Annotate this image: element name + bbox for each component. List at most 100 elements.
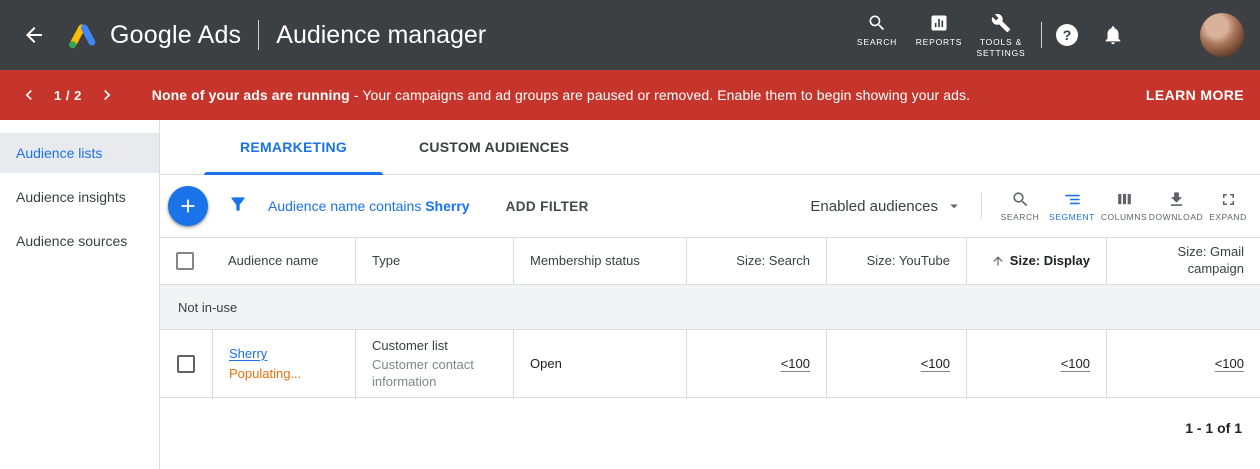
size-display-cell: <100 [966, 330, 1106, 399]
header-checkbox-cell [160, 238, 212, 284]
back-button[interactable] [14, 15, 54, 55]
column-header-membership-status[interactable]: Membership status [513, 238, 686, 284]
chevron-right-icon [97, 85, 117, 105]
size-youtube-cell: <100 [826, 330, 966, 399]
chevron-down-icon [945, 197, 963, 215]
wrench-icon [991, 13, 1011, 33]
column-header-size-search[interactable]: Size: Search [686, 238, 826, 284]
app-name: Google Ads [110, 21, 241, 50]
size-search-value[interactable]: <100 [781, 356, 810, 373]
column-header-audience-name[interactable]: Audience name [212, 238, 355, 284]
add-audience-button[interactable] [168, 186, 208, 226]
segment-button[interactable]: SEGMENT [1046, 190, 1098, 222]
row-checkbox[interactable] [177, 355, 195, 373]
row-checkbox-cell [160, 330, 212, 399]
header-nav: SEARCH REPORTS TOOLS & SETTINGS [847, 11, 1031, 60]
expand-label: EXPAND [1209, 212, 1247, 222]
columns-button[interactable]: COLUMNS [1098, 190, 1150, 222]
table-toolbar: Audience name contains Sherry ADD FILTER… [160, 175, 1260, 237]
notifications-bell-icon[interactable] [1102, 24, 1124, 46]
expand-button[interactable]: EXPAND [1202, 190, 1254, 222]
banner-message-detail: - Your campaigns and ad groups are pause… [350, 87, 970, 103]
sidebar-item-audience-sources[interactable]: Audience sources [0, 221, 159, 261]
populating-status: Populating... [229, 366, 339, 383]
type-detail-label: Customer contact information [372, 357, 497, 391]
membership-status-cell: Open [513, 330, 686, 399]
table-action-icons: SEARCH SEGMENT COLUMNS [994, 190, 1254, 222]
pagination-label: 1 - 1 of 1 [160, 398, 1260, 436]
size-gmail-cell: <100 [1106, 330, 1260, 399]
back-arrow-icon [22, 23, 46, 47]
page-title: Audience manager [276, 21, 486, 50]
filter-chip-prefix: Audience name contains [268, 198, 421, 214]
expand-icon [1219, 190, 1238, 209]
search-nav-button[interactable]: SEARCH [847, 11, 907, 48]
google-ads-logo-icon [66, 20, 100, 50]
column-header-size-display-label: Size: Display [1010, 253, 1090, 270]
account-avatar[interactable] [1200, 13, 1244, 57]
banner-pager: 1 / 2 [54, 88, 82, 103]
sort-ascending-icon [991, 254, 1005, 268]
banner-message-headline: None of your ads are running [152, 87, 350, 103]
filter-funnel-icon[interactable] [228, 194, 248, 219]
tab-custom-audiences[interactable]: CUSTOM AUDIENCES [383, 120, 605, 174]
header-divider-2 [1041, 22, 1042, 48]
sidebar-item-audience-lists[interactable]: Audience lists [0, 133, 159, 173]
add-filter-button[interactable]: ADD FILTER [506, 199, 589, 214]
toolbar-divider [981, 193, 982, 219]
tab-remarketing[interactable]: REMARKETING [204, 120, 383, 174]
table-search-label: SEARCH [1001, 212, 1040, 222]
download-icon [1167, 190, 1186, 209]
main-panel: REMARKETING CUSTOM AUDIENCES Audience na… [160, 120, 1260, 469]
download-label: DOWNLOAD [1149, 212, 1203, 222]
reports-nav-label: REPORTS [916, 37, 963, 48]
plus-icon [177, 195, 199, 217]
segment-label: SEGMENT [1049, 212, 1095, 222]
select-all-checkbox[interactable] [176, 252, 194, 270]
chevron-left-icon [19, 85, 39, 105]
table-row: Sherry Populating... Customer list Custo… [160, 330, 1260, 398]
size-search-cell: <100 [686, 330, 826, 399]
audience-name-cell: Sherry Populating... [212, 330, 355, 399]
header-divider [258, 20, 259, 50]
column-header-type[interactable]: Type [355, 238, 513, 284]
download-button[interactable]: DOWNLOAD [1150, 190, 1202, 222]
sidebar-item-label: Audience sources [16, 233, 127, 249]
banner-prev-button[interactable] [16, 82, 42, 108]
search-nav-label: SEARCH [857, 37, 897, 48]
group-label: Not in-use [178, 300, 237, 315]
column-header-size-display[interactable]: Size: Display [966, 238, 1106, 284]
help-icon[interactable]: ? [1056, 24, 1078, 46]
size-display-value[interactable]: <100 [1061, 356, 1090, 373]
table-search-button[interactable]: SEARCH [994, 190, 1046, 222]
banner-next-button[interactable] [94, 82, 120, 108]
audience-status-dropdown-value: Enabled audiences [810, 198, 938, 215]
audience-status-dropdown[interactable]: Enabled audiences [810, 197, 963, 215]
size-youtube-value[interactable]: <100 [921, 356, 950, 373]
active-filter-chip[interactable]: Audience name contains Sherry [268, 198, 470, 214]
tools-settings-nav-button[interactable]: TOOLS & SETTINGS [971, 11, 1031, 60]
tools-settings-nav-label: TOOLS & SETTINGS [971, 37, 1031, 60]
content-area: Audience lists Audience insights Audienc… [0, 120, 1260, 469]
sidebar-item-audience-insights[interactable]: Audience insights [0, 177, 159, 217]
columns-label: COLUMNS [1101, 212, 1147, 222]
tab-bar: REMARKETING CUSTOM AUDIENCES [160, 120, 1260, 175]
learn-more-button[interactable]: LEARN MORE [1146, 87, 1244, 103]
columns-icon [1115, 190, 1134, 209]
type-label: Customer list [372, 338, 497, 355]
sidebar: Audience lists Audience insights Audienc… [0, 120, 160, 469]
column-header-size-gmail[interactable]: Size: Gmail campaign [1106, 238, 1260, 284]
top-app-bar: Google Ads Audience manager SEARCH REPOR… [0, 0, 1260, 70]
banner-message: None of your ads are running - Your camp… [152, 87, 970, 103]
size-gmail-value[interactable]: <100 [1215, 356, 1244, 373]
sidebar-item-label: Audience insights [16, 189, 126, 205]
toolbar-right-group: Enabled audiences SEARCH [810, 190, 1254, 222]
reports-nav-button[interactable]: REPORTS [909, 11, 969, 48]
filter-chip-value: Sherry [425, 198, 469, 214]
search-icon [867, 13, 887, 33]
reports-icon [929, 13, 949, 33]
audience-name-link[interactable]: Sherry [229, 346, 267, 363]
segment-icon [1063, 190, 1082, 209]
column-header-size-youtube[interactable]: Size: YouTube [826, 238, 966, 284]
notification-banner: 1 / 2 None of your ads are running - You… [0, 70, 1260, 120]
